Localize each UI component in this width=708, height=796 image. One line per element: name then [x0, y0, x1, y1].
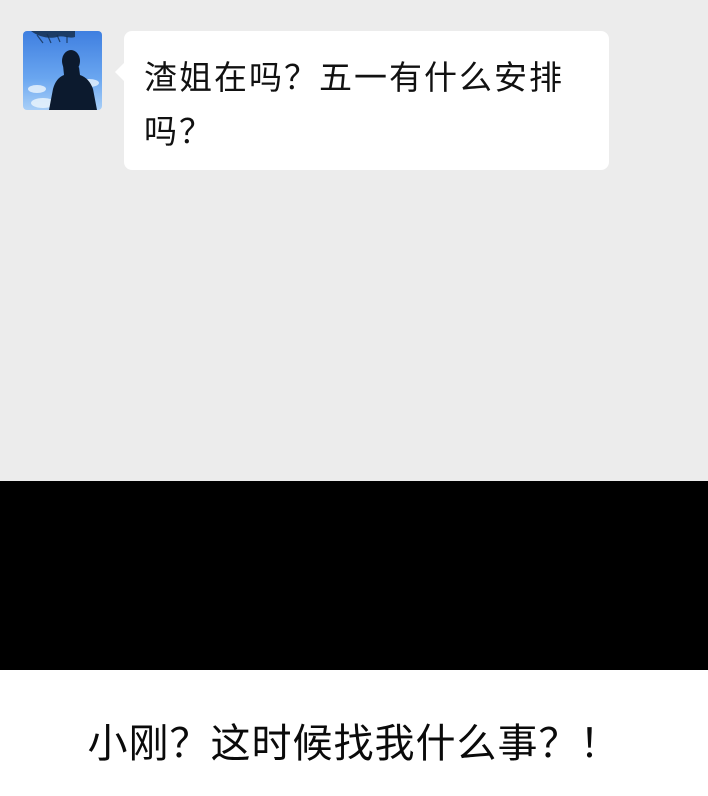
- message-row: 渣姐在吗？五一有什么安排吗？: [0, 0, 708, 200]
- bubble-tail: [115, 63, 124, 81]
- message-bubble[interactable]: 渣姐在吗？五一有什么安排吗？: [115, 31, 609, 170]
- black-band: [0, 481, 708, 670]
- chat-area: 渣姐在吗？五一有什么安排吗？: [0, 0, 708, 481]
- avatar-silhouette-icon: [23, 31, 102, 110]
- avatar[interactable]: [23, 31, 102, 110]
- caption-text: 小刚？这时候找我什么事？！: [87, 721, 621, 767]
- caption-panel: 小刚？这时候找我什么事？！: [0, 670, 708, 796]
- message-text: 渣姐在吗？五一有什么安排吗？: [144, 58, 564, 151]
